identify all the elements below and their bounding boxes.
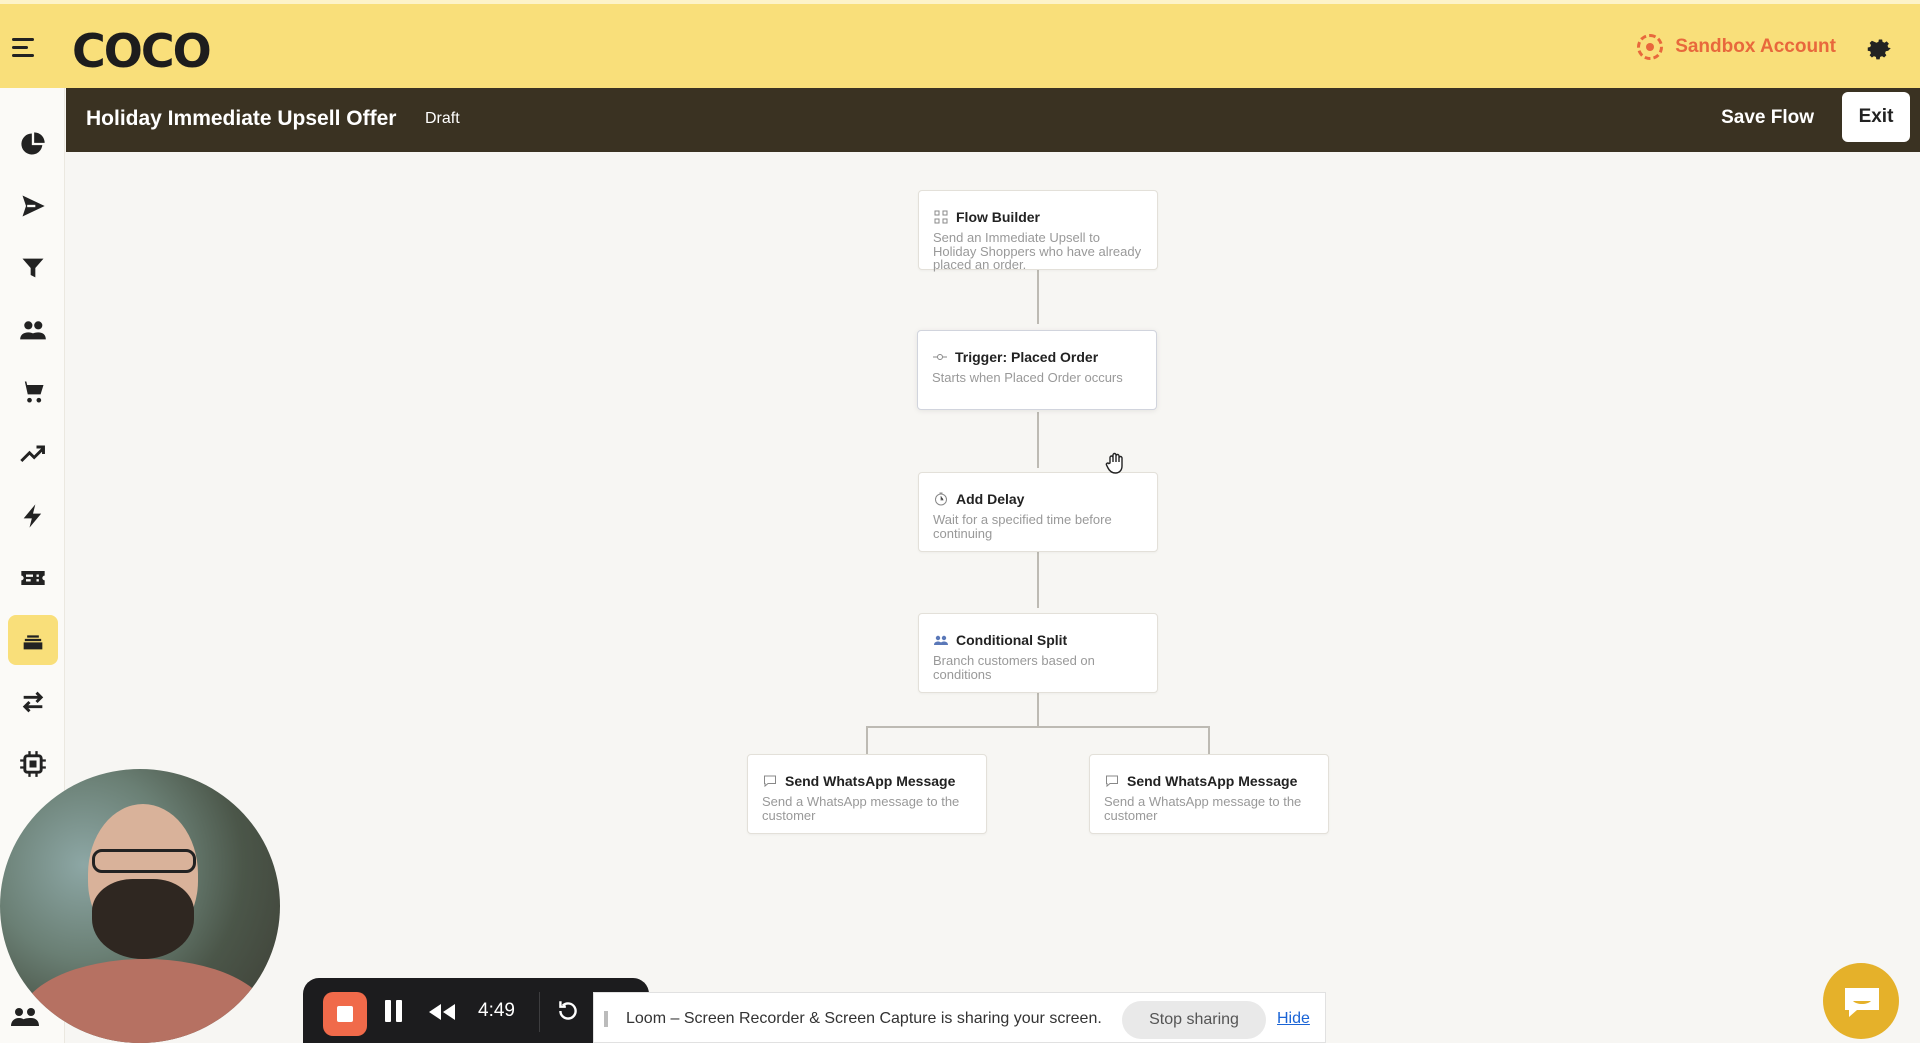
node-title: Add Delay <box>956 491 1025 507</box>
hide-link[interactable]: Hide <box>1277 1010 1310 1028</box>
chat-icon <box>1845 988 1879 1017</box>
sidebar-item-analytics[interactable] <box>8 119 58 169</box>
pie-chart-icon <box>21 132 45 155</box>
node-title: Send WhatsApp Message <box>1127 773 1298 789</box>
node-description: Send a WhatsApp message to the customer <box>1104 794 1302 823</box>
sandbox-icon <box>1637 34 1664 60</box>
chip-icon <box>20 751 46 777</box>
sidebar-item-campaigns[interactable] <box>8 181 58 231</box>
users-icon <box>20 321 46 340</box>
stop-sharing-button[interactable]: Stop sharing <box>1122 1001 1266 1039</box>
sidebar-item-settings[interactable] <box>8 739 58 789</box>
connector-line <box>1037 412 1039 468</box>
clock-icon <box>933 492 948 507</box>
sidebar-item-audience[interactable] <box>8 305 58 355</box>
stop-recording-button[interactable] <box>323 992 367 1036</box>
flow-node-flow-builder[interactable]: Flow Builder Send an Immediate Upsell to… <box>918 190 1158 272</box>
ticket-icon <box>21 571 45 585</box>
flow-node-send-whatsapp-left[interactable]: Send WhatsApp Message Send a WhatsApp me… <box>747 754 987 834</box>
connector-line <box>1037 270 1039 324</box>
node-title: Send WhatsApp Message <box>785 773 956 789</box>
users-icon[interactable] <box>10 1004 40 1028</box>
sidebar-item-flows[interactable] <box>8 615 58 665</box>
sidebar-item-funnels[interactable] <box>8 243 58 293</box>
grab-cursor-icon <box>1105 452 1123 474</box>
node-title: Conditional Split <box>956 632 1068 648</box>
sharing-message: Loom – Screen Recorder & Screen Capture … <box>626 1010 1102 1027</box>
node-description: Wait for a specified time before continu… <box>933 512 1112 541</box>
chat-launcher-button[interactable] <box>1823 963 1899 1039</box>
node-description: Branch customers based on conditions <box>933 653 1095 682</box>
send-icon <box>22 195 45 217</box>
lightning-icon <box>23 504 42 528</box>
sidebar-item-integrations[interactable] <box>8 677 58 727</box>
screen-sharing-bar: Loom – Screen Recorder & Screen Capture … <box>593 992 1326 1043</box>
chat-bubble-icon <box>762 774 777 789</box>
funnel-icon <box>22 258 44 278</box>
node-description: Send an Immediate Upsell to Holiday Shop… <box>933 230 1142 272</box>
pause-button[interactable] <box>383 1000 405 1024</box>
trending-up-icon <box>20 445 45 463</box>
webcam-bubble[interactable] <box>0 769 280 1043</box>
flow-node-conditional-split[interactable]: Conditional Split Branch customers based… <box>918 613 1158 693</box>
node-title: Trigger: Placed Order <box>955 349 1099 365</box>
account-switcher[interactable]: Sandbox Account <box>1637 34 1836 60</box>
flow-header: Holiday Immediate Upsell Offer Draft Sav… <box>66 88 1920 152</box>
flow-node-trigger[interactable]: Trigger: Placed Order Starts when Placed… <box>917 330 1157 410</box>
node-description: Starts when Placed Order occurs <box>932 370 1123 385</box>
status-badge: Draft <box>425 110 460 127</box>
recording-time: 4:49 <box>478 1000 515 1021</box>
connector-line <box>866 726 1210 728</box>
sidebar-item-growth[interactable] <box>8 429 58 479</box>
flow-title: Holiday Immediate Upsell Offer <box>86 107 397 130</box>
exit-button[interactable]: Exit <box>1842 92 1910 142</box>
save-flow-button[interactable]: Save Flow <box>1721 107 1814 129</box>
flow-canvas[interactable]: Flow Builder Send an Immediate Upsell to… <box>66 152 1920 1043</box>
swap-icon <box>22 691 44 713</box>
flow-node-send-whatsapp-right[interactable]: Send WhatsApp Message Send a WhatsApp me… <box>1089 754 1329 834</box>
connector-line <box>1037 552 1039 608</box>
divider <box>539 992 540 1032</box>
stack-icon <box>23 635 43 650</box>
flow-node-add-delay[interactable]: Add Delay Wait for a specified time befo… <box>918 472 1158 552</box>
sidebar-item-offers[interactable] <box>8 553 58 603</box>
rewind-icon[interactable] <box>427 1002 457 1022</box>
chat-bubble-icon <box>1104 774 1119 789</box>
node-description: Send a WhatsApp message to the customer <box>762 794 960 823</box>
trigger-icon <box>932 350 947 365</box>
cart-icon <box>21 381 44 403</box>
split-icon <box>933 633 948 648</box>
sidebar-item-orders[interactable] <box>8 367 58 417</box>
flow-icon <box>933 210 948 225</box>
account-label: Sandbox Account <box>1675 36 1836 57</box>
gear-icon[interactable] <box>1864 33 1894 63</box>
sidebar-item-automations[interactable] <box>8 491 58 541</box>
connector-line <box>1037 692 1039 728</box>
node-title: Flow Builder <box>956 209 1040 225</box>
menu-icon[interactable] <box>12 38 36 58</box>
logo[interactable]: COCO <box>72 24 212 78</box>
top-bar: COCO Sandbox Account <box>0 0 1920 88</box>
drag-handle-icon[interactable] <box>604 1011 608 1027</box>
restart-icon[interactable] <box>555 998 581 1024</box>
